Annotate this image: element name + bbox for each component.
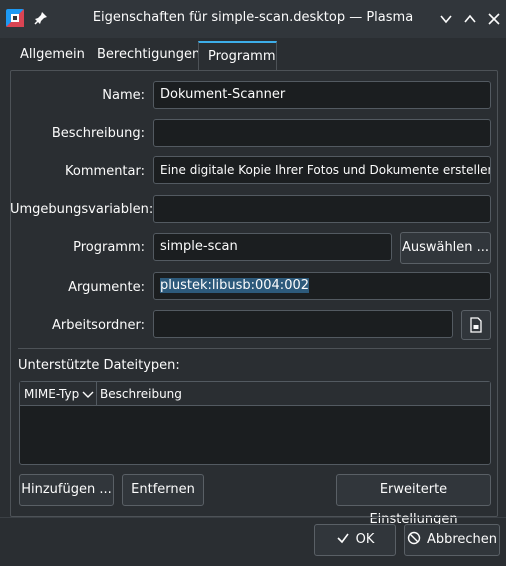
umgebungsvariablen-label: Umgebungsvariablen: bbox=[10, 202, 154, 217]
beschreibung-field[interactable] bbox=[153, 119, 491, 147]
selected-text: plustek:libusb:004:002 bbox=[160, 278, 310, 293]
chevron-down-icon[interactable] bbox=[82, 388, 94, 404]
tab-berechtigungen[interactable]: Berechtigungen bbox=[88, 41, 209, 71]
pin-icon[interactable] bbox=[33, 10, 49, 26]
filetypes-heading: Unterstützte Dateitypen: bbox=[18, 358, 180, 373]
close-button[interactable] bbox=[485, 10, 503, 28]
mime-table[interactable]: MIME-Typ Beschreibung bbox=[19, 381, 491, 465]
arbeitsordner-label: Arbeitsordner: bbox=[51, 318, 145, 333]
name-field[interactable]: Dokument-Scanner bbox=[153, 81, 491, 109]
window-title: Eigenschaften für simple-scan.desktop — … bbox=[92, 10, 414, 25]
minimize-button[interactable] bbox=[437, 10, 455, 28]
programm-field[interactable]: simple-scan bbox=[153, 233, 392, 261]
column-mime-type[interactable]: MIME-Typ bbox=[24, 387, 79, 401]
app-icon bbox=[6, 9, 24, 27]
maximize-button[interactable] bbox=[461, 10, 479, 28]
cancel-label: Abbrechen bbox=[426, 532, 498, 547]
column-divider bbox=[96, 382, 97, 406]
umgebungsvariablen-field[interactable] bbox=[153, 195, 491, 223]
kommentar-field[interactable]: Eine digitale Kopie Ihrer Fotos und Doku… bbox=[153, 156, 491, 184]
name-label: Name: bbox=[102, 88, 145, 103]
argumente-label: Argumente: bbox=[68, 280, 145, 295]
beschreibung-label: Beschreibung: bbox=[51, 126, 145, 141]
add-button[interactable]: Hinzufügen ... bbox=[19, 474, 114, 506]
ok-label: OK bbox=[355, 532, 375, 547]
argumente-field[interactable]: plustek:libusb:004:002 bbox=[153, 272, 491, 300]
document-open-icon bbox=[470, 317, 482, 333]
checkmark-icon bbox=[337, 533, 349, 544]
kommentar-label: Kommentar: bbox=[65, 164, 145, 179]
cancel-icon bbox=[407, 531, 421, 545]
cancel-button[interactable]: Abbrechen bbox=[404, 524, 500, 556]
programm-label: Programm: bbox=[73, 240, 145, 255]
close-icon bbox=[488, 13, 500, 25]
browse-folder-button[interactable] bbox=[461, 310, 491, 340]
arbeitsordner-field[interactable] bbox=[153, 310, 453, 338]
title-bar[interactable]: Eigenschaften für simple-scan.desktop — … bbox=[0, 0, 506, 38]
advanced-settings-button[interactable]: Erweiterte Einstellungen bbox=[336, 474, 491, 527]
footer-separator bbox=[0, 517, 506, 518]
tab-programm[interactable]: Programm bbox=[198, 41, 277, 71]
tab-allgemein[interactable]: Allgemein bbox=[11, 41, 94, 71]
mime-table-header: MIME-Typ Beschreibung bbox=[20, 382, 490, 406]
auswaehlen-button[interactable]: Auswählen ... bbox=[400, 232, 491, 264]
remove-button[interactable]: Entfernen bbox=[122, 474, 204, 506]
ok-button[interactable]: OK bbox=[314, 524, 396, 556]
column-beschreibung[interactable]: Beschreibung bbox=[100, 387, 182, 401]
separator bbox=[18, 348, 491, 349]
chevron-up-icon bbox=[464, 14, 476, 23]
chevron-down-icon bbox=[440, 15, 452, 24]
